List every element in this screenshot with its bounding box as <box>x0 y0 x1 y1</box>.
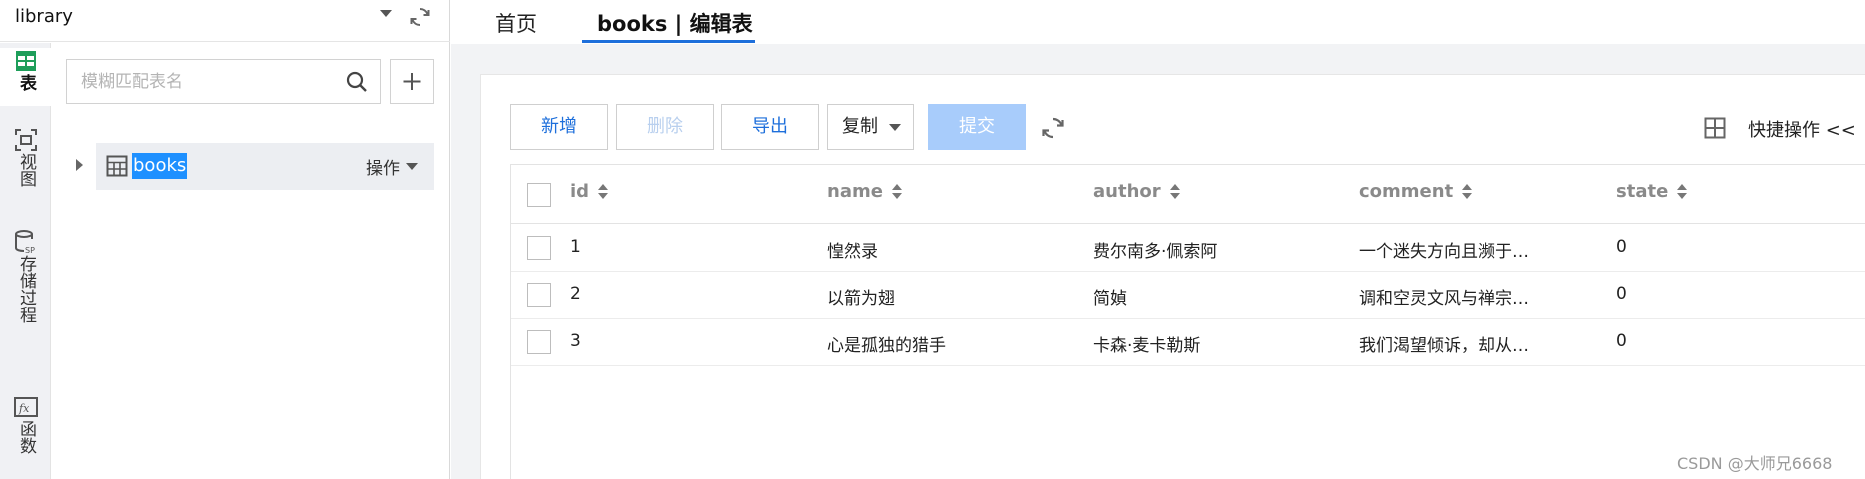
submit-button[interactable]: 提交 <box>928 104 1026 150</box>
cell-comment[interactable]: 一个迷失方向且濒于… <box>1359 237 1529 262</box>
cell-name[interactable]: 心是孤独的猎手 <box>827 331 946 356</box>
sort-icon[interactable] <box>597 183 609 201</box>
search-icon[interactable] <box>345 70 369 94</box>
column-header-label: author <box>1093 181 1161 202</box>
table-row[interactable]: 1 惶然录 费尔南多·佩索阿 一个迷失方向且濒于… 0 <box>511 225 1865 272</box>
rail-label-stored-procedures: 存储过程 <box>16 255 36 323</box>
column-header-name[interactable]: name <box>827 181 903 202</box>
chevron-down-icon[interactable] <box>380 10 392 17</box>
cell-id[interactable]: 3 <box>570 331 581 351</box>
cell-name[interactable]: 惶然录 <box>827 237 878 262</box>
data-table: id name author comment state 1 惶然录 费尔南多·… <box>510 164 1865 479</box>
sort-icon[interactable] <box>1169 183 1181 201</box>
add-row-button[interactable]: 新增 <box>510 104 608 150</box>
table-row[interactable]: 2 以箭为翅 简媜 调和空灵文风与禅宗… 0 <box>511 272 1865 319</box>
svg-text:SP: SP <box>25 246 35 255</box>
cell-author[interactable]: 简媜 <box>1093 284 1127 309</box>
object-type-rail: 表 视图 SP 存储过程 fx 函数 <box>0 43 51 479</box>
row-checkbox[interactable] <box>527 283 551 307</box>
cell-author[interactable]: 费尔南多·佩索阿 <box>1093 237 1217 262</box>
table-header: id name author comment state <box>511 165 1865 224</box>
table-search <box>66 59 381 104</box>
tab-edit-table[interactable]: books | 编辑表 <box>597 8 753 38</box>
table-search-input[interactable] <box>67 60 337 103</box>
cell-id[interactable]: 2 <box>570 284 581 304</box>
add-table-button[interactable] <box>390 59 434 104</box>
expand-caret-icon[interactable] <box>76 159 83 171</box>
column-header-label: state <box>1616 181 1669 202</box>
column-header-label: comment <box>1359 181 1454 202</box>
sort-icon[interactable] <box>891 183 903 201</box>
quick-actions-toggle[interactable]: 快捷操作 << <box>1748 116 1856 142</box>
column-header-comment[interactable]: comment <box>1359 181 1473 202</box>
tree-item-label[interactable]: books <box>132 153 188 179</box>
table-icon <box>106 155 128 177</box>
tab-bar: 首页 books | 编辑表 <box>451 0 1865 44</box>
rail-item-tables[interactable]: 表 <box>0 48 51 106</box>
delete-row-button[interactable]: 删除 <box>616 104 714 150</box>
function-icon: fx <box>13 397 38 417</box>
cell-id[interactable]: 1 <box>570 237 581 257</box>
column-header-id[interactable]: id <box>570 181 609 202</box>
cell-comment[interactable]: 我们渴望倾诉，却从… <box>1359 331 1529 356</box>
sort-icon[interactable] <box>1676 183 1688 201</box>
export-button[interactable]: 导出 <box>721 104 819 150</box>
rail-label-views: 视图 <box>16 153 36 187</box>
cell-author[interactable]: 卡森·麦卡勒斯 <box>1093 331 1200 356</box>
copy-dropdown-label: 复制 <box>842 116 878 137</box>
column-header-author[interactable]: author <box>1093 181 1181 202</box>
copy-dropdown[interactable]: 复制 <box>827 104 914 150</box>
table-row[interactable]: 3 心是孤独的猎手 卡森·麦卡勒斯 我们渴望倾诉，却从… 0 <box>511 319 1865 366</box>
active-tab-indicator <box>582 40 755 43</box>
tab-home[interactable]: 首页 <box>495 8 537 38</box>
refresh-icon[interactable] <box>1040 115 1066 141</box>
database-name: library <box>15 6 73 27</box>
watermark: CSDN @大师兄6668 <box>1677 454 1833 473</box>
cell-state[interactable]: 0 <box>1616 237 1627 257</box>
table-icon <box>15 51 36 71</box>
column-header-label: name <box>827 181 883 202</box>
tree-item-books[interactable]: books 操作 <box>96 143 434 190</box>
database-selector[interactable]: library <box>0 0 450 42</box>
rail-item-stored-procedures[interactable]: SP 存储过程 <box>0 229 51 323</box>
column-header-label: id <box>570 181 590 202</box>
select-all-checkbox[interactable] <box>527 183 551 207</box>
rail-label-functions: 函数 <box>16 420 36 454</box>
grid-layout-icon[interactable] <box>1704 117 1726 139</box>
chevron-down-icon[interactable] <box>406 163 418 170</box>
cell-state[interactable]: 0 <box>1616 284 1627 304</box>
rail-label-tables: 表 <box>16 74 36 91</box>
rail-item-views[interactable]: 视图 <box>0 127 51 187</box>
sort-icon[interactable] <box>1461 183 1473 201</box>
stored-procedure-icon: SP <box>14 230 35 255</box>
table-actions-menu[interactable]: 操作 <box>366 154 400 179</box>
row-checkbox[interactable] <box>527 236 551 260</box>
chevron-down-icon <box>889 124 901 131</box>
column-header-state[interactable]: state <box>1616 181 1688 202</box>
database-panel: library 表 视图 SP 存储过程 fx 函数 模糊匹配表名 books … <box>0 0 450 479</box>
plus-icon <box>403 73 421 90</box>
cell-comment[interactable]: 调和空灵文风与禅宗… <box>1359 284 1529 309</box>
svg-text:fx: fx <box>18 402 30 415</box>
refresh-icon[interactable] <box>408 5 432 29</box>
view-icon <box>14 129 37 151</box>
rail-item-functions[interactable]: fx 函数 <box>0 394 51 454</box>
cell-state[interactable]: 0 <box>1616 331 1627 351</box>
cell-name[interactable]: 以箭为翅 <box>827 284 895 309</box>
row-checkbox[interactable] <box>527 330 551 354</box>
